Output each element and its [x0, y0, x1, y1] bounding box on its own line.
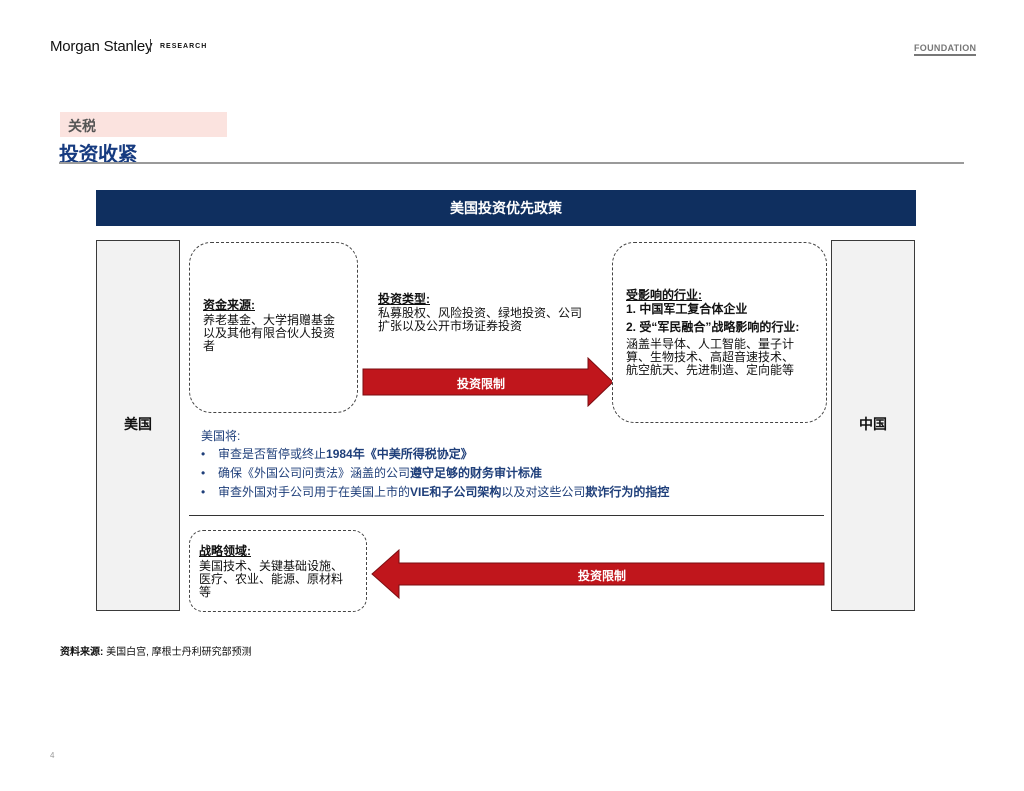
source-text: 美国白宫, 摩根士丹利研究部预测 [103, 647, 252, 658]
investment-types-heading: 投资类型: [378, 292, 430, 306]
bullet-dot: • [201, 485, 206, 499]
us-actions-intro: 美国将: [201, 429, 241, 443]
us-action-emphasis: VIE和子公司架构 [410, 485, 502, 499]
us-action-emphasis: 欺诈行为的指控 [585, 485, 670, 499]
funding-line: 者 [203, 339, 216, 353]
policy-banner-text: 美国投资优先政策 [450, 200, 562, 216]
affected-industries-heading: 受影响的行业: [626, 288, 702, 302]
source-label: 资料来源: [60, 647, 104, 658]
section-divider [189, 515, 824, 516]
funding-line: 以及其他有限合伙人投资 [203, 326, 336, 340]
industry-detail-line: 航空航天、先进制造、定向能等 [626, 363, 795, 377]
us-action-item: • 审查外国对手公司用于在美国上市的VIE和子公司架构以及对这些公司欺诈行为的指… [201, 483, 818, 502]
brand-logo: Morgan Stanley [50, 38, 153, 55]
us-action-emphasis: 1984年《中美所得税协定》 [326, 447, 473, 461]
us-action-text: 审查外国对手公司用于在美国上市的 [218, 485, 411, 499]
section-tag: 关税 [68, 118, 96, 134]
industry-item-2: 2. 受“军民融合”战略影响的行业: [626, 320, 800, 334]
funding-heading: 资金来源: [203, 298, 255, 312]
us-action-text: 以及对这些公司 [501, 485, 586, 499]
funding-text: 养老基金、大学捐赠基金 以及其他有限合伙人投资 者 [203, 314, 335, 353]
industry-detail: 涵盖半导体、人工智能、量子计 算、生物技术、高超音速技术、 航空航天、先进制造、… [626, 338, 794, 377]
strategic-line: 等 [199, 585, 212, 599]
us-actions-list: • 审查是否暂停或终止1984年《中美所得税协定》 • 确保《外国公司问责法》涵… [201, 445, 818, 502]
bullet-dot: • [201, 466, 206, 480]
industry-item-1: 1. 中国军工复合体企业 [626, 302, 748, 316]
page-number: 4 [50, 751, 55, 760]
policy-banner: 美国投资优先政策 [96, 190, 916, 226]
country-label-us: 美国 [124, 416, 152, 432]
us-action-item: • 审查是否暂停或终止1984年《中美所得税协定》 [201, 445, 818, 464]
investment-types-line: 扩张以及公开市场证券投资 [378, 319, 523, 333]
title-divider [59, 162, 964, 164]
bullet-dot: • [201, 447, 206, 461]
country-box-us: 美国 [96, 240, 180, 611]
strategic-heading: 战略领域: [199, 544, 251, 558]
strategic-text: 美国技术、关键基础设施、 医疗、农业、能源、原材料 等 [199, 560, 343, 599]
us-action-text: 确保《外国公司问责法》涵盖的公司 [218, 466, 411, 480]
division-label: RESEARCH [160, 43, 208, 50]
us-action-text: 审查是否暂停或终止 [218, 447, 327, 461]
series-label: FOUNDATION [914, 43, 977, 56]
country-box-china: 中国 [831, 240, 915, 611]
us-action-item: • 确保《外国公司问责法》涵盖的公司遵守足够的财务审计标准 [201, 464, 818, 483]
investment-types-text: 私募股权、风险投资、绿地投资、公司 扩张以及公开市场证券投资 [378, 307, 582, 333]
us-action-emphasis: 遵守足够的财务审计标准 [410, 466, 543, 480]
logo-divider [150, 39, 151, 52]
arrow-label-top: 投资限制 [457, 377, 506, 391]
source-note: 资料来源: 美国白宫, 摩根士丹利研究部预测 [60, 643, 252, 658]
strategic-line: 医疗、农业、能源、原材料 [199, 572, 344, 586]
country-label-china: 中国 [859, 416, 887, 432]
arrow-label-bottom: 投资限制 [578, 569, 627, 583]
